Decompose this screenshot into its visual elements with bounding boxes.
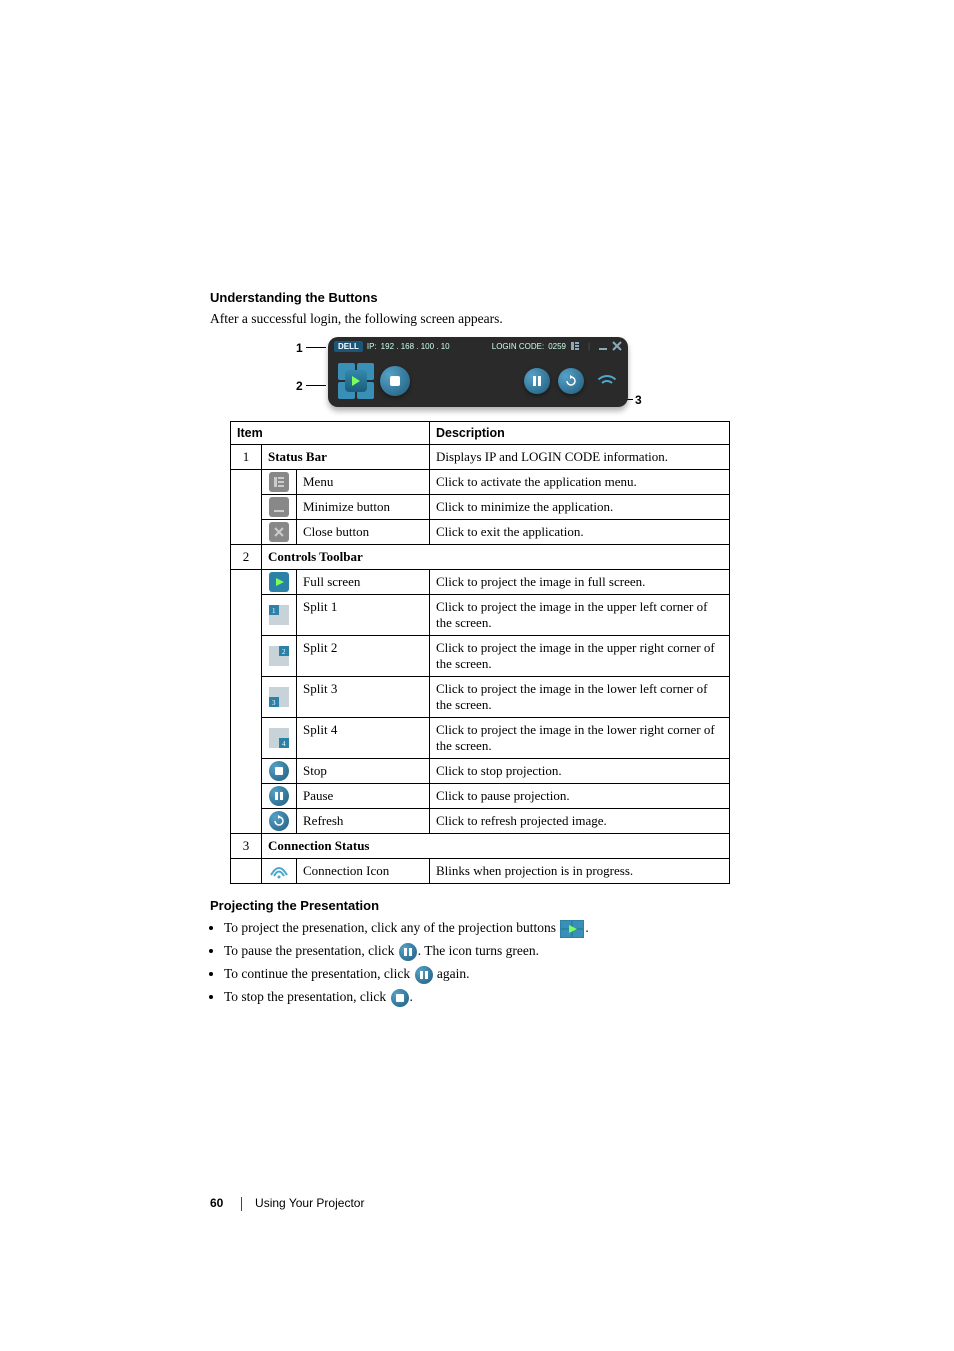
- divider-icon: |: [584, 341, 594, 351]
- projection-button-icon: [560, 920, 584, 938]
- sec1-title: Status Bar: [262, 445, 430, 470]
- split2-icon: 2: [269, 646, 289, 666]
- row-close-desc: Click to exit the application.: [430, 520, 730, 545]
- row-menu-label: Menu: [297, 470, 430, 495]
- heading-understanding: Understanding the Buttons: [210, 290, 750, 305]
- full-screen-icon: [269, 572, 289, 592]
- toolbar-window: DELL IP: 192 . 168 . 100 . 10 LOGIN CODE…: [328, 337, 628, 407]
- ip-value: 192 . 168 . 100 . 10: [381, 342, 450, 351]
- row-pause-label: Pause: [297, 784, 430, 809]
- row-s1-label: Split 1: [297, 595, 430, 636]
- split3-icon: 3: [269, 687, 289, 707]
- footer-section: Using Your Projector: [255, 1196, 364, 1210]
- row-refresh-label: Refresh: [297, 809, 430, 834]
- row-conn-label: Connection Icon: [297, 859, 430, 884]
- ip-label: IP:: [367, 342, 377, 351]
- split4-icon: 4: [269, 728, 289, 748]
- close-icon[interactable]: [612, 341, 622, 351]
- projecting-bullets: To project the presenation, click any of…: [210, 919, 750, 1007]
- pause-icon: [399, 943, 417, 961]
- stop-button[interactable]: [380, 366, 410, 396]
- svg-text:3: 3: [272, 699, 276, 707]
- stop-icon: [269, 761, 289, 781]
- page-number: 60: [210, 1196, 223, 1210]
- login-label: LOGIN CODE:: [492, 342, 544, 351]
- pause-button[interactable]: [524, 368, 550, 394]
- connection-icon: [592, 371, 618, 391]
- row-s4-desc: Click to project the image in the lower …: [430, 718, 730, 759]
- menu-icon[interactable]: [570, 341, 580, 351]
- sec3-title: Connection Status: [262, 834, 730, 859]
- brand-badge: DELL: [334, 341, 363, 352]
- pause-icon: [415, 966, 433, 984]
- split-quad[interactable]: 1 2 3 4: [338, 363, 374, 399]
- row-refresh-desc: Click to refresh projected image.: [430, 809, 730, 834]
- row-s4-label: Split 4: [297, 718, 430, 759]
- row-s3-label: Split 3: [297, 677, 430, 718]
- row-pause-desc: Click to pause projection.: [430, 784, 730, 809]
- callout-1: 1: [296, 341, 303, 355]
- bullet-4: To stop the presentation, click .: [224, 988, 750, 1007]
- callout-2: 2: [296, 379, 303, 393]
- row-s1-desc: Click to project the image in the upper …: [430, 595, 730, 636]
- row-full-label: Full screen: [297, 570, 430, 595]
- intro-text: After a successful login, the following …: [210, 311, 750, 327]
- refresh-button[interactable]: [558, 368, 584, 394]
- toolbar-figure: 1 2 3 DELL IP: 192 . 168 . 100 . 10 LOGI…: [300, 337, 660, 407]
- sec2-title: Controls Toolbar: [262, 545, 730, 570]
- split1-icon: 1: [269, 605, 289, 625]
- row-close-label: Close button: [297, 520, 430, 545]
- minimize-icon: [269, 497, 289, 517]
- row-conn-desc: Blinks when projection is in progress.: [430, 859, 730, 884]
- row-s2-label: Split 2: [297, 636, 430, 677]
- minimize-icon[interactable]: [598, 341, 608, 351]
- bullet-1: To project the presenation, click any of…: [224, 919, 750, 938]
- bullet-2: To pause the presentation, click . The i…: [224, 942, 750, 961]
- status-bar: DELL IP: 192 . 168 . 100 . 10 LOGIN CODE…: [328, 337, 628, 355]
- row-s2-desc: Click to project the image in the upper …: [430, 636, 730, 677]
- row-min-label: Minimize button: [297, 495, 430, 520]
- svg-text:2: 2: [282, 648, 286, 656]
- bullet-3: To continue the presentation, click agai…: [224, 965, 750, 984]
- svg-text:4: 4: [282, 740, 286, 748]
- row-min-desc: Click to minimize the application.: [430, 495, 730, 520]
- full-screen-button[interactable]: [345, 370, 367, 392]
- buttons-table: Item Description 1 Status Bar Displays I…: [230, 421, 730, 884]
- row-stop-label: Stop: [297, 759, 430, 784]
- heading-projecting: Projecting the Presentation: [210, 898, 750, 913]
- sec2-num: 2: [231, 545, 262, 570]
- sec3-num: 3: [231, 834, 262, 859]
- sec1-num: 1: [231, 445, 262, 470]
- callout-3: 3: [635, 393, 642, 407]
- row-s3-desc: Click to project the image in the lower …: [430, 677, 730, 718]
- connection-icon: [269, 861, 289, 881]
- sec1-desc: Displays IP and LOGIN CODE information.: [430, 445, 730, 470]
- close-icon: [269, 522, 289, 542]
- pause-icon: [269, 786, 289, 806]
- svg-text:1: 1: [272, 607, 276, 615]
- row-stop-desc: Click to stop projection.: [430, 759, 730, 784]
- login-code: 0259: [548, 342, 566, 351]
- th-desc: Description: [430, 422, 730, 445]
- row-menu-desc: Click to activate the application menu.: [430, 470, 730, 495]
- row-full-desc: Click to project the image in full scree…: [430, 570, 730, 595]
- refresh-icon: [269, 811, 289, 831]
- menu-icon: [269, 472, 289, 492]
- stop-icon: [391, 989, 409, 1007]
- th-item: Item: [231, 422, 430, 445]
- footer: 60 Using Your Projector: [210, 1196, 364, 1211]
